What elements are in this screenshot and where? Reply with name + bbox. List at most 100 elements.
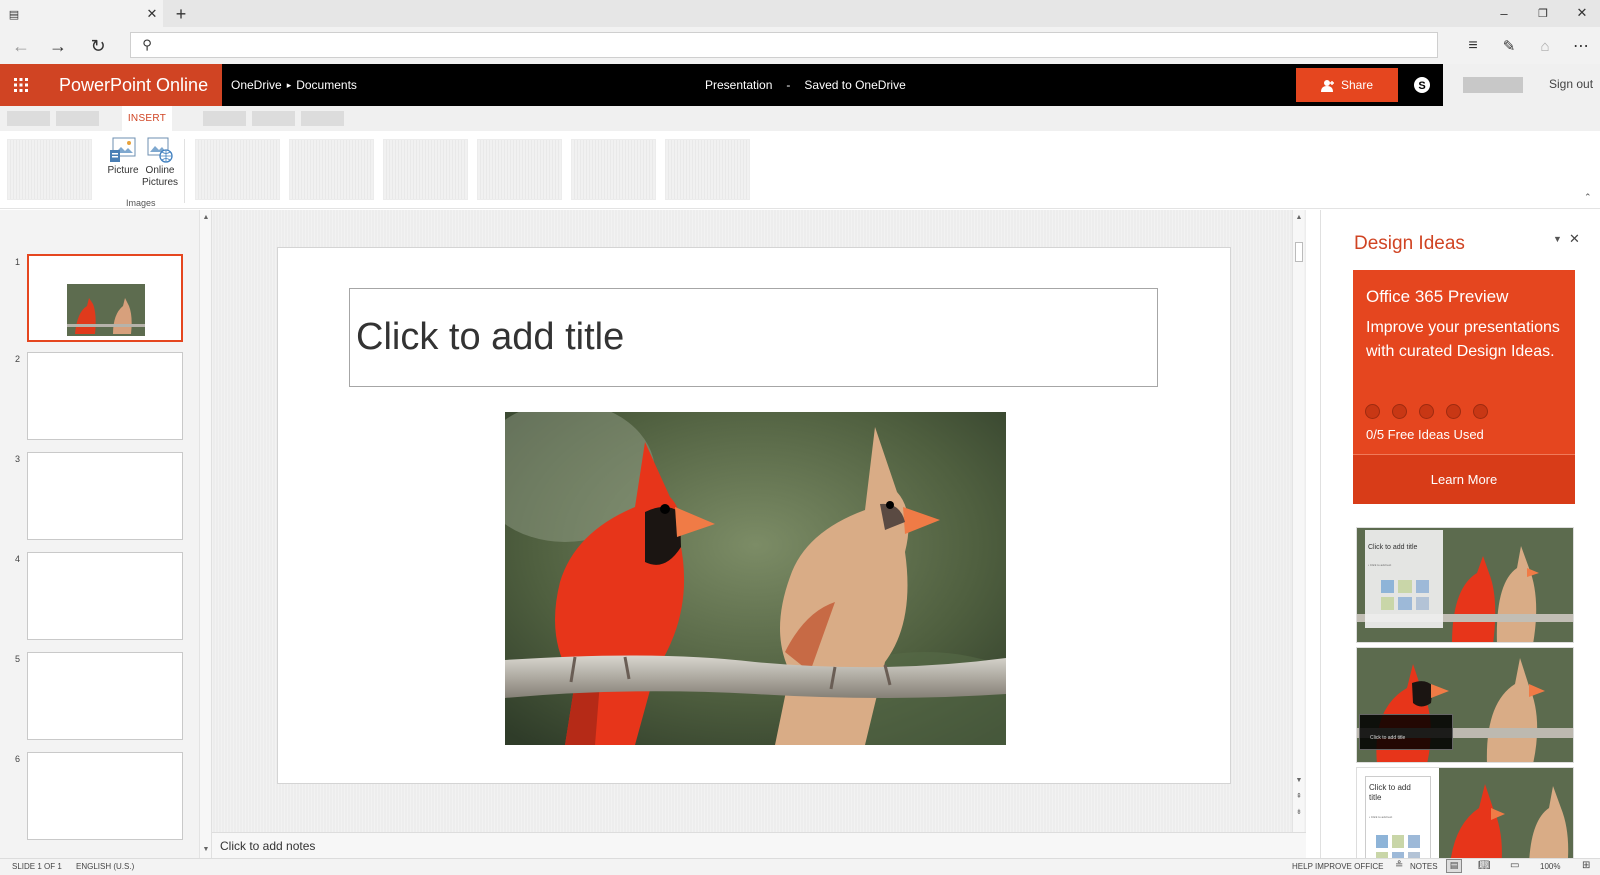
canvas-scrollbar[interactable]: ▲ ▼ ⇞ ⇟ <box>1292 210 1304 832</box>
scroll-up-icon[interactable]: ▲ <box>1294 212 1304 222</box>
promo-description: Improve your presentations with curated … <box>1366 319 1560 360</box>
next-slide-icon[interactable]: ⇟ <box>1294 807 1304 817</box>
notes-toggle-icon[interactable]: ≗ <box>1395 860 1403 871</box>
slideshow-icon[interactable]: ▭ <box>1510 860 1519 871</box>
minimize-icon[interactable]: – <box>1494 3 1514 23</box>
slide-thumbnail-2[interactable] <box>27 352 183 440</box>
tab-file[interactable] <box>7 111 50 126</box>
online-pictures-button[interactable]: Online Pictures <box>141 137 179 189</box>
collapse-ribbon-icon[interactable]: ⌃ <box>1584 192 1592 203</box>
restore-icon[interactable]: ❐ <box>1533 3 1553 23</box>
breadcrumb-separator-icon: ▸ <box>286 79 292 90</box>
language-indicator[interactable]: ENGLISH (U.S.) <box>76 862 134 871</box>
idea-used-indicator <box>1473 404 1488 419</box>
note-icon[interactable]: ✎ <box>1496 33 1522 59</box>
slide-thumbnail-4[interactable] <box>27 552 183 640</box>
breadcrumb: OneDrive ▸ Documents <box>231 64 357 106</box>
notes-toggle[interactable]: NOTES <box>1410 862 1438 871</box>
close-tab-icon[interactable]: ✕ <box>142 4 162 24</box>
slide-number: 6 <box>15 754 21 764</box>
idea-body-text: • Click to add text <box>1369 815 1393 819</box>
picture-icon <box>110 137 136 162</box>
more-icon[interactable]: ⋯ <box>1568 33 1594 59</box>
slide-thumbnail-1[interactable] <box>27 254 183 342</box>
slide-thumbnail-5[interactable] <box>27 652 183 740</box>
ribbon-group-placeholder <box>289 139 374 200</box>
thumbnail-scrollbar[interactable]: ▲ ▼ <box>199 210 211 858</box>
app-launcher-button[interactable] <box>0 64 42 106</box>
free-ideas-used: 0/5 Free Ideas Used <box>1366 427 1484 442</box>
ribbon-group-separator <box>184 139 185 203</box>
design-idea-2[interactable]: Click to add title <box>1356 647 1574 763</box>
zoom-level[interactable]: 100% <box>1540 862 1560 871</box>
pane-options-icon[interactable]: ▼ <box>1553 234 1562 244</box>
svg-text:S: S <box>1418 80 1425 92</box>
slide-thumbnail-6[interactable] <box>27 752 183 840</box>
back-icon[interactable]: ← <box>8 33 34 59</box>
learn-more-button[interactable]: Learn More <box>1353 454 1575 504</box>
close-pane-icon[interactable]: ✕ <box>1569 231 1580 247</box>
address-input[interactable]: ⚲ <box>130 32 1438 58</box>
tab-insert[interactable]: INSERT <box>122 106 172 131</box>
document-name[interactable]: Presentation <box>705 78 772 92</box>
idea-used-indicator <box>1392 404 1407 419</box>
refresh-icon[interactable]: ↻ <box>85 33 111 59</box>
picture-button[interactable]: Picture <box>106 137 140 177</box>
breadcrumb-documents[interactable]: Documents <box>296 78 357 92</box>
new-tab-icon[interactable]: + <box>170 3 192 25</box>
forward-icon[interactable]: → <box>45 33 71 59</box>
browser-tab[interactable] <box>0 0 163 27</box>
scroll-up-icon[interactable]: ▲ <box>201 212 211 222</box>
help-improve-office[interactable]: HELP IMPROVE OFFICE <box>1292 862 1383 871</box>
idea-title-card: Click to add title <box>1359 714 1453 750</box>
slide[interactable]: Click to add title <box>277 247 1231 784</box>
ribbon-group-placeholder <box>195 139 280 200</box>
document-title-area: Presentation - Saved to OneDrive <box>705 64 906 106</box>
online-pictures-icon <box>147 137 173 163</box>
tab-animations[interactable] <box>252 111 295 126</box>
scroll-thumb[interactable] <box>1295 242 1303 262</box>
user-name[interactable] <box>1463 77 1523 93</box>
slide-thumbnail-3[interactable] <box>27 452 183 540</box>
picture-label: Picture <box>107 165 139 176</box>
app-header: PowerPoint Online OneDrive ▸ Documents P… <box>0 64 1600 106</box>
breadcrumb-onedrive[interactable]: OneDrive <box>231 78 282 92</box>
skype-button[interactable]: S <box>1402 64 1442 106</box>
slide-count: SLIDE 1 OF 1 <box>12 862 62 871</box>
scroll-down-icon[interactable]: ▼ <box>201 844 211 854</box>
tab-design[interactable] <box>203 111 246 126</box>
add-person-icon <box>1320 79 1334 92</box>
slide-number: 5 <box>15 654 21 664</box>
design-idea-3[interactable]: Click to add title • Click to add text <box>1356 767 1574 858</box>
design-idea-1[interactable]: Click to add title • Click to add text <box>1356 527 1574 643</box>
tab-view[interactable] <box>301 111 344 126</box>
reading-view-icon[interactable]: 📖︎ <box>1478 860 1491 871</box>
content-icons <box>1376 835 1420 858</box>
online-pictures-label: Online Pictures <box>141 165 179 188</box>
ribbon: Picture Online Pictures Images ⌃ <box>0 131 1600 209</box>
slide-thumbnail-pane: ▲ ▼ 1 2 3 4 5 6 <box>0 210 212 858</box>
scroll-down-icon[interactable]: ▼ <box>1294 775 1304 785</box>
thumbnail-picture <box>67 284 145 336</box>
skype-icon: S <box>1414 77 1430 93</box>
slide-number: 2 <box>15 354 21 364</box>
fit-to-window-icon[interactable]: ⊞ <box>1582 860 1590 871</box>
previous-slide-icon[interactable]: ⇞ <box>1294 791 1304 801</box>
images-group-label: Images <box>126 198 156 208</box>
close-window-icon[interactable]: ✕ <box>1572 3 1592 23</box>
cardinals-picture[interactable] <box>505 412 1006 745</box>
tab-home[interactable] <box>56 111 99 126</box>
status-bar: SLIDE 1 OF 1 ENGLISH (U.S.) HELP IMPROVE… <box>0 858 1600 875</box>
sign-out-link[interactable]: Sign out <box>1549 77 1593 91</box>
normal-view-icon[interactable]: ▤ <box>1446 859 1462 873</box>
notes-pane[interactable]: Click to add notes <box>212 832 1306 858</box>
design-ideas-title: Design Ideas <box>1354 233 1465 254</box>
share-icon[interactable]: ⌂ <box>1532 33 1558 59</box>
hub-icon[interactable]: ≡ <box>1460 33 1486 59</box>
ribbon-group-placeholder <box>7 139 92 200</box>
share-button[interactable]: Share <box>1296 68 1398 102</box>
content-icons <box>1381 580 1429 610</box>
title-placeholder[interactable]: Click to add title <box>349 288 1158 387</box>
app-brand[interactable]: PowerPoint Online <box>42 64 222 106</box>
browser-tab-bar: ▤ ▤ ✕ + – ❐ ✕ <box>0 0 1600 27</box>
